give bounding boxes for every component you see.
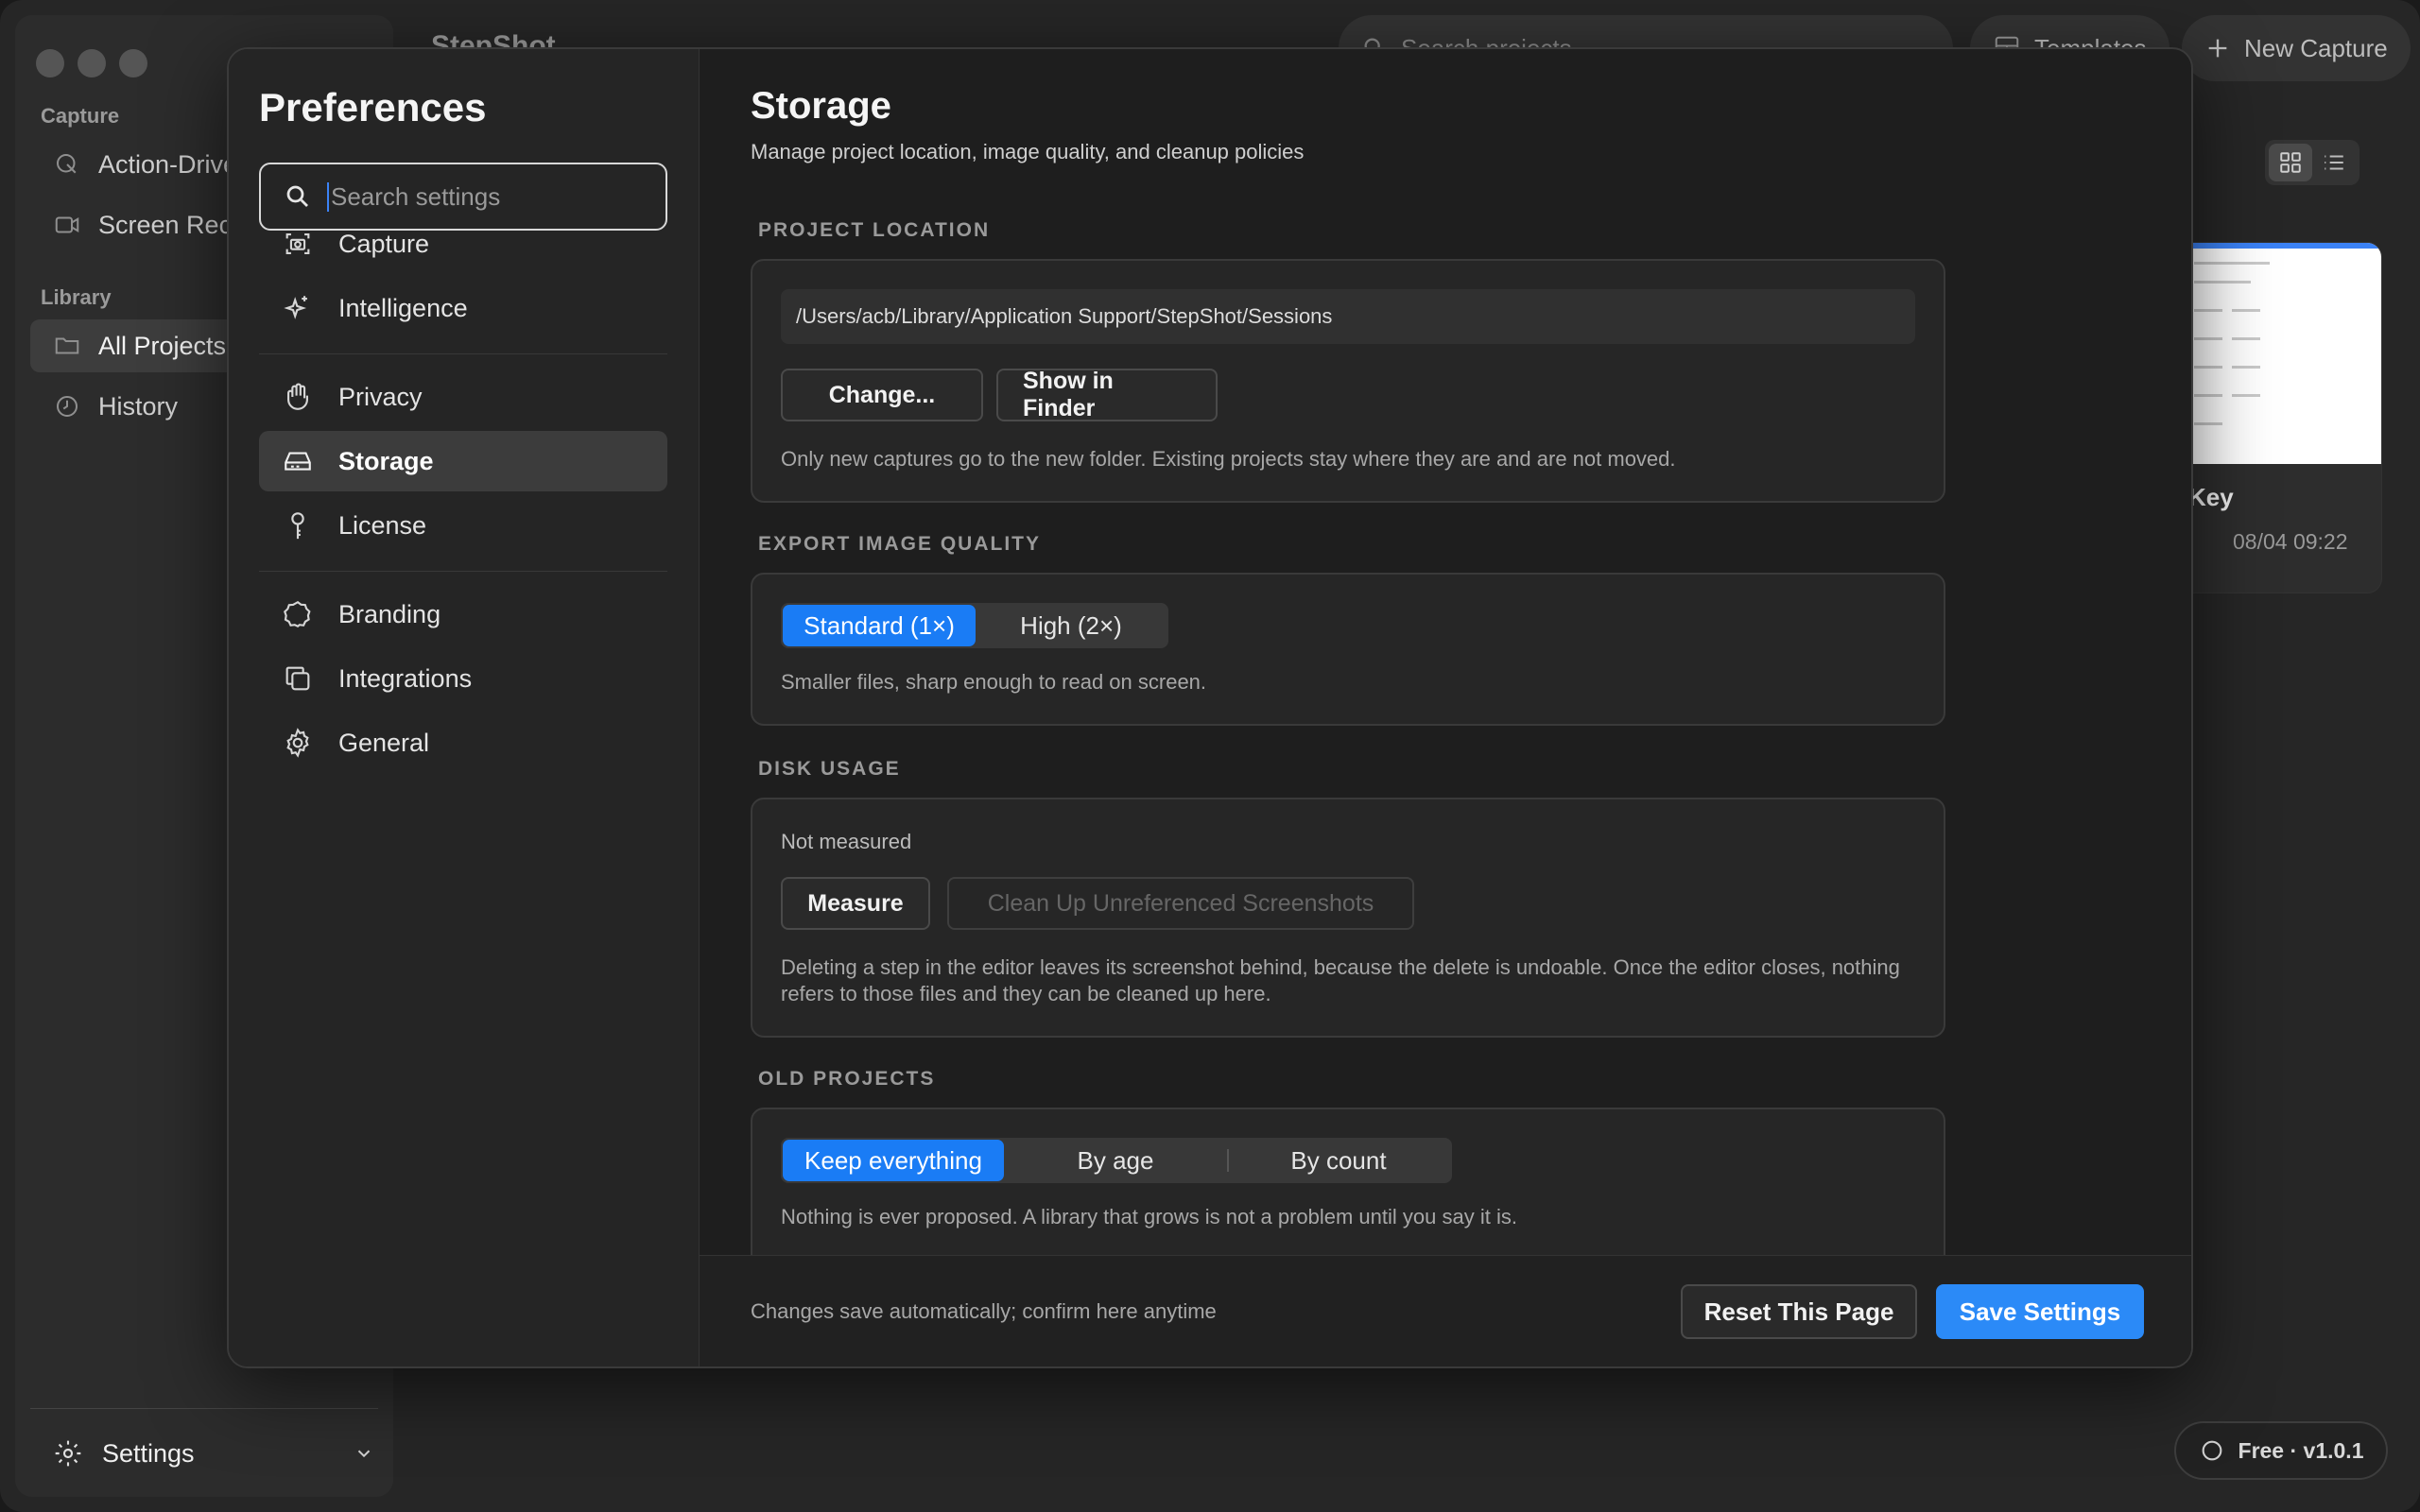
nav-divider [259,353,667,354]
preferences-footer: Changes save automatically; confirm here… [700,1255,2191,1366]
search-icon [286,185,308,207]
page-subtitle: Manage project location, image quality, … [751,140,1305,163]
minimize-window-icon[interactable] [78,49,106,77]
video-camera-icon [55,216,79,233]
section-heading-export-quality: EXPORT IMAGE QUALITY [758,533,1042,555]
nav-item-privacy[interactable]: Privacy [259,367,667,427]
section-heading-disk-usage: DISK USAGE [758,758,901,780]
old-projects-option-by-count[interactable]: By count [1227,1140,1450,1181]
nav-item-general[interactable]: General [259,713,667,773]
nav-item-label: Integrations [338,663,473,693]
nav-item-label: License [338,510,427,540]
nav-item-label: Storage [338,446,434,475]
cleanup-screenshots-button[interactable]: Clean Up Unreferenced Screenshots [947,877,1414,930]
key-icon [291,512,304,540]
view-mode-toggle[interactable] [2265,140,2360,185]
chevron-down-icon [357,1450,371,1458]
plan-badge-label: Free · v1.0.1 [2238,1437,2364,1463]
save-settings-button[interactable]: Save Settings [1936,1284,2144,1339]
folder-icon [55,337,79,354]
disk-usage-panel: Not measured Measure Clean Up Unreferenc… [751,798,1945,1038]
nav-item-label: Capture [338,229,430,258]
list-view-icon[interactable] [2312,144,2356,181]
new-capture-label: New Capture [2244,33,2388,62]
show-in-finder-button[interactable]: Show in Finder [996,368,1218,421]
section-heading-project-location: PROJECT LOCATION [758,219,991,241]
nav-item-capture[interactable]: Capture [259,214,667,274]
new-capture-button[interactable]: New Capture [2182,15,2411,81]
hard-drive-icon [285,452,311,471]
reset-page-button[interactable]: Reset This Page [1681,1284,1917,1339]
project-title: Key [2188,483,2234,511]
preferences-sidebar: Preferences Capture Intelligence Privacy… [229,49,700,1366]
nav-item-label: Branding [338,599,441,628]
project-path-field: /Users/acb/Library/Application Support/S… [781,289,1915,344]
export-quality-note: Smaller files, sharp enough to read on s… [781,670,1207,694]
disk-usage-status: Not measured [781,830,912,853]
nav-item-storage[interactable]: Storage [259,431,667,491]
plus-icon [2208,39,2227,58]
project-location-note: Only new captures go to the new folder. … [781,447,1676,471]
disk-usage-note: Deleting a step in the editor leaves its… [781,955,1900,1005]
old-projects-segmented-control: Keep everything By age By count [781,1138,1452,1183]
export-quality-segmented-control: Standard (1×) High (2×) [781,603,1168,648]
gear-icon [55,1440,81,1467]
quality-option-high[interactable]: High (2×) [976,605,1167,646]
sidebar-item-label: History [98,391,179,421]
old-projects-option-keep[interactable]: Keep everything [783,1140,1004,1181]
grid-view-icon[interactable] [2269,144,2312,181]
nav-item-integrations[interactable]: Integrations [259,648,667,709]
quality-option-standard[interactable]: Standard (1×) [783,605,976,646]
storage-panel: Storage Manage project location, image q… [700,49,2191,1259]
project-location-panel: /Users/acb/Library/Application Support/S… [751,259,1945,503]
export-quality-panel: Standard (1×) High (2×) Smaller files, s… [751,573,1945,726]
sidebar-item-label: All Projects [98,331,227,360]
section-heading-old-projects: OLD PROJECTS [758,1068,936,1090]
nav-item-branding[interactable]: Branding [259,584,667,644]
preferences-dialog: Preferences Capture Intelligence Privacy… [227,47,2193,1368]
nav-item-label: Privacy [338,382,423,411]
project-date: 08/04 09:22 [2233,529,2348,554]
clock-icon [57,396,78,417]
sidebar-divider [30,1408,378,1409]
old-projects-note: Nothing is ever proposed. A library that… [781,1205,1517,1228]
change-location-button[interactable]: Change... [781,369,983,421]
nav-divider [259,571,667,572]
hand-icon [287,383,308,410]
footer-note: Changes save automatically; confirm here… [751,1299,1217,1323]
project-thumbnail [2175,243,2381,464]
sidebar-section-capture: Capture [41,104,120,128]
close-window-icon[interactable] [36,49,64,77]
nav-item-intelligence[interactable]: Intelligence [259,278,667,338]
nav-item-label: General [338,728,430,757]
gear-icon [286,728,309,758]
page-title: Storage [751,85,891,127]
sparkle-icon [284,296,307,319]
old-projects-option-by-age[interactable]: By age [1004,1140,1227,1181]
camera-icon [285,233,310,254]
nav-item-label: Intelligence [338,293,468,322]
preferences-title: Preferences [259,85,487,129]
plan-badge[interactable]: Free · v1.0.1 [2174,1421,2388,1480]
cursor-click-icon [57,154,77,174]
badge-icon [2202,1440,2221,1461]
copy-icon [285,666,310,691]
settings-search-input[interactable] [327,181,648,212]
measure-button[interactable]: Measure [781,877,930,930]
sidebar-section-library: Library [41,285,112,309]
zoom-window-icon[interactable] [119,49,147,77]
badge-icon [284,600,311,628]
nav-item-license[interactable]: License [259,495,667,556]
old-projects-panel: Keep everything By age By count Nothing … [751,1108,1945,1259]
settings-label: Settings [102,1438,195,1468]
settings-menu-button[interactable]: Settings [53,1429,374,1478]
